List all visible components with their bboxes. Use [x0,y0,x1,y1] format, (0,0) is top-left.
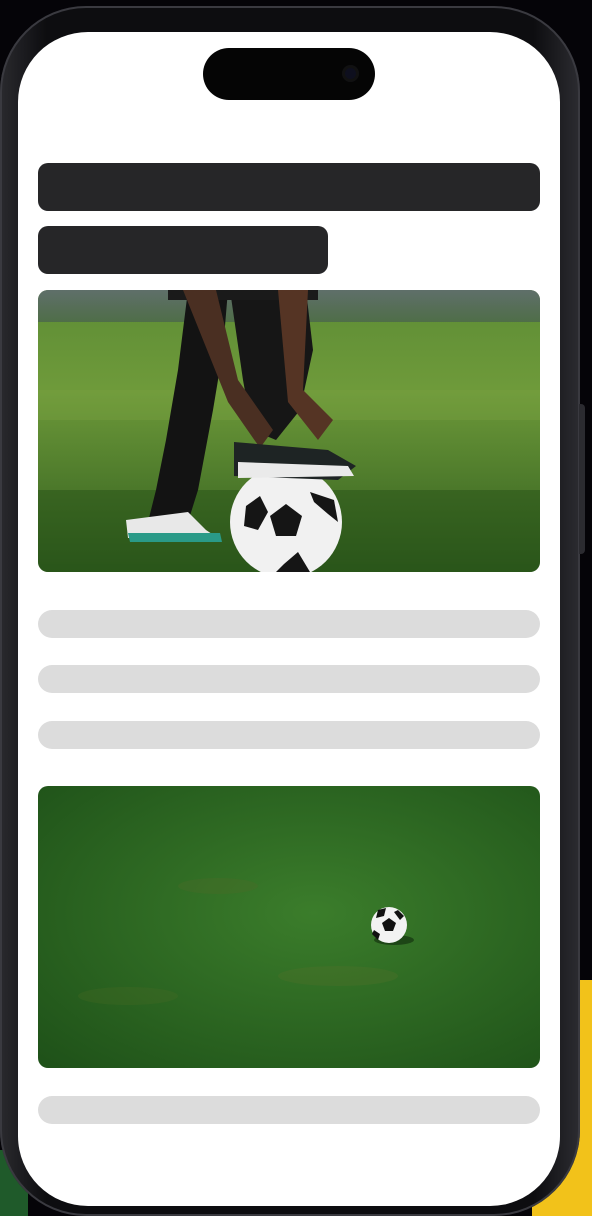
phone-side-button [579,404,585,554]
dynamic-island [203,48,375,100]
text-skeleton-line-2 [38,665,540,693]
phone-frame [0,6,585,1216]
article-image-player-ball[interactable] [38,290,540,572]
text-skeleton-line-3 [38,721,540,749]
text-skeleton-line-4 [38,1096,540,1124]
ball-field-photo [38,786,540,1068]
title-skeleton-line-2 [38,226,328,274]
player-ball-photo [38,290,540,572]
title-skeleton-line-1 [38,163,540,211]
text-skeleton-line-1 [38,610,540,638]
article-image-ball-field[interactable] [38,786,540,1068]
camera-icon [342,65,359,82]
phone-screen[interactable] [18,32,560,1206]
